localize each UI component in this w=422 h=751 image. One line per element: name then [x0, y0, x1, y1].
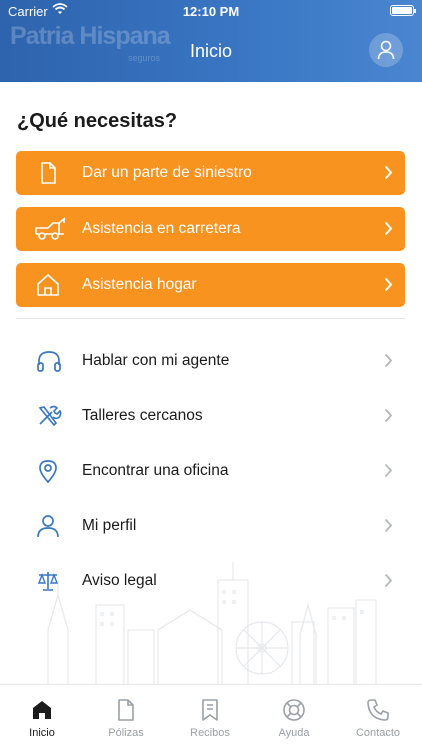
section-title: ¿Qué necesitas?	[17, 110, 178, 132]
app-header: Carrier 12:10 PM Patria Hispana seguros …	[0, 0, 422, 82]
tab-polizas[interactable]: Pólizas	[84, 685, 168, 751]
home-assistance-label: Asistencia hogar	[82, 276, 197, 293]
chevron-right-icon	[384, 221, 393, 241]
bottom-tab-bar: Inicio Pólizas Recibos Ayuda Contacto	[0, 684, 422, 751]
profile-avatar-button[interactable]	[369, 33, 403, 67]
tab-contacto[interactable]: Contacto	[336, 685, 420, 751]
report-claim-button[interactable]: Dar un parte de siniestro	[16, 151, 405, 195]
tab-recibos[interactable]: Recibos	[168, 685, 252, 751]
chevron-right-icon	[384, 165, 393, 185]
bookmark-icon	[198, 698, 222, 722]
chevron-right-icon	[384, 277, 393, 297]
tab-inicio[interactable]: Inicio	[0, 685, 84, 751]
roadside-assistance-button[interactable]: Asistencia en carretera	[16, 207, 405, 251]
tab-label: Ayuda	[278, 727, 310, 739]
user-icon	[36, 514, 62, 538]
status-bar: Carrier 12:10 PM	[0, 0, 422, 22]
tab-label: Recibos	[190, 727, 230, 739]
menu-item-label: Aviso legal	[82, 572, 157, 589]
tab-label: Inicio	[29, 727, 55, 739]
chevron-right-icon	[384, 353, 393, 373]
menu-item-label: Hablar con mi agente	[82, 352, 230, 369]
tools-icon	[36, 404, 62, 428]
document-icon	[114, 698, 138, 722]
headphones-icon	[36, 349, 62, 373]
scales-icon	[36, 569, 62, 593]
menu-item-talk-to-agent[interactable]: Hablar con mi agente	[16, 339, 405, 383]
chevron-right-icon	[384, 573, 393, 593]
home-icon	[30, 698, 54, 722]
chevron-right-icon	[384, 463, 393, 483]
page-title: Inicio	[189, 41, 233, 61]
report-claim-label: Dar un parte de siniestro	[82, 164, 252, 181]
home-assistance-button[interactable]: Asistencia hogar	[16, 263, 405, 307]
location-pin-icon	[36, 459, 62, 484]
clock: 12:10 PM	[182, 4, 240, 19]
user-icon	[377, 40, 395, 60]
menu-item-legal-notice[interactable]: Aviso legal	[16, 559, 405, 603]
chevron-right-icon	[384, 408, 393, 428]
tab-label: Pólizas	[108, 727, 144, 739]
document-icon	[34, 161, 62, 185]
battery-icon	[390, 5, 416, 16]
tab-ayuda[interactable]: Ayuda	[252, 685, 336, 751]
menu-item-label: Encontrar una oficina	[82, 462, 229, 479]
menu-item-label: Mi perfil	[82, 517, 137, 534]
tab-label: Contacto	[355, 727, 401, 739]
chevron-right-icon	[384, 518, 393, 538]
tow-truck-icon	[34, 217, 66, 241]
section-divider	[16, 318, 405, 319]
home-icon	[34, 273, 62, 297]
phone-icon	[366, 698, 390, 722]
menu-item-nearby-workshops[interactable]: Talleres cercanos	[16, 394, 405, 438]
menu-item-my-profile[interactable]: Mi perfil	[16, 504, 405, 548]
roadside-assistance-label: Asistencia en carretera	[82, 220, 241, 237]
lifebuoy-icon	[282, 698, 306, 722]
menu-item-find-office[interactable]: Encontrar una oficina	[16, 449, 405, 493]
menu-item-label: Talleres cercanos	[82, 407, 203, 424]
